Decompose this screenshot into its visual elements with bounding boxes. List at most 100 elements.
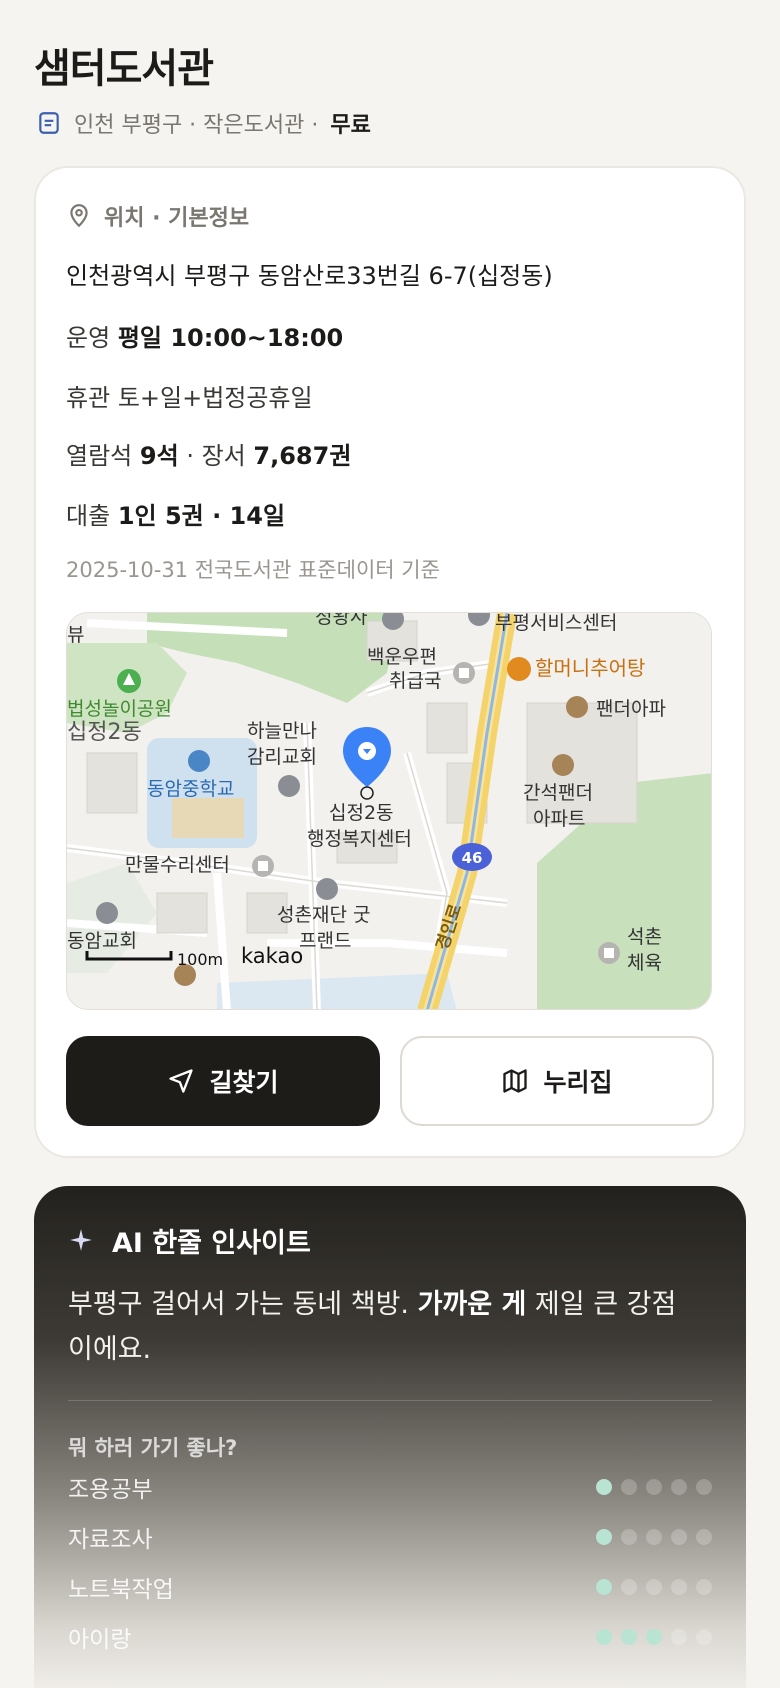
rating-dot <box>621 1479 637 1495</box>
map-label-jeongwangsa: 정왕사 <box>315 613 367 628</box>
map-label-service-center: 부평서비스센터 <box>495 613 617 634</box>
map-scale-label: 100m <box>177 950 223 969</box>
sparkle-icon <box>70 1229 92 1251</box>
activity-row: 노트북작업 <box>68 1570 712 1604</box>
books-label: 장서 <box>201 442 246 470</box>
info-section-title: 위치 · 기본정보 <box>104 206 250 231</box>
map-label-welfare2: 행정복지센터 <box>307 828 412 850</box>
map-icon <box>503 1069 528 1093</box>
map-label-ganseok1: 간석팬더 <box>523 782 593 804</box>
activity-label: 아이랑 <box>68 1627 132 1653</box>
loan-label: 대출 <box>66 502 111 530</box>
hours-label: 운영 <box>66 324 111 352</box>
map-label-park: 법성놀이공원 <box>67 698 172 720</box>
rating-dot <box>621 1629 637 1645</box>
seats-label: 열람석 <box>66 442 133 470</box>
ai-insight-card: AI 한줄 인사이트 부평구 걸어서 가는 동네 책방. 가까운 게 제일 큰 … <box>34 1186 746 1688</box>
directions-button[interactable]: 길찾기 <box>66 1036 380 1126</box>
seats-value: 9석 <box>139 442 179 470</box>
directions-label: 길찾기 <box>209 1068 279 1097</box>
closed-label: 휴관 <box>66 384 111 412</box>
rating-dot <box>646 1529 662 1545</box>
map-view[interactable]: 46 정왕사 부평서비스센터 백운우편 취급국 팬더아파 하늘만나 감리교회 십… <box>66 612 712 1010</box>
insight-text-bold: 가까운 게 <box>417 1289 527 1320</box>
insight-text-pre: 부평구 걸어서 가는 동네 책방. <box>68 1289 418 1320</box>
rating-dot <box>646 1629 662 1645</box>
map-label-repair: 만물수리센터 <box>125 854 230 876</box>
document-icon <box>39 112 59 134</box>
insight-divider <box>68 1400 712 1401</box>
activity-question: 뭐 하러 가기 좋나? <box>68 1436 238 1460</box>
map-label-foundation1: 성촌재단 굿 <box>277 904 370 926</box>
seats-books-row: 열람석 9석 · 장서 7,687권 <box>66 436 351 471</box>
rating-dot <box>596 1579 612 1595</box>
kakao-logo: kakao <box>241 944 303 968</box>
rating-dot <box>671 1579 687 1595</box>
loan-row: 대출 1인 5권 · 14일 <box>66 496 285 531</box>
insight-header: AI 한줄 인사이트 <box>68 1220 311 1260</box>
map-label-post2: 취급국 <box>389 670 441 692</box>
rating-dot <box>621 1529 637 1545</box>
closed-value: 토+일+법정공휴일 <box>117 384 313 412</box>
map-label-welfare1: 십정2동 <box>329 802 394 824</box>
map-label-pander: 팬더아파 <box>596 698 666 720</box>
page-title: 샘터도서관 <box>34 46 214 92</box>
hours-row: 운영 평일 10:00~18:00 <box>66 318 343 353</box>
rating-dot <box>671 1529 687 1545</box>
insight-text: 부평구 걸어서 가는 동네 책방. 가까운 게 제일 큰 강점이에요. <box>68 1282 688 1372</box>
rating-dot <box>696 1529 712 1545</box>
activity-rating <box>596 1629 712 1645</box>
activity-rating <box>596 1479 712 1495</box>
map-label-ganseok2: 아파트 <box>533 808 585 830</box>
map-label-church2: 동암교회 <box>67 930 137 952</box>
rating-dot <box>621 1579 637 1595</box>
rating-dot <box>596 1629 612 1645</box>
loan-value: 1인 5권 · 14일 <box>117 502 286 530</box>
rating-dot <box>596 1479 612 1495</box>
map-label-foundation2: 프랜드 <box>299 930 351 952</box>
map-label-view: 뷰 <box>67 624 84 646</box>
navigation-arrow-icon <box>169 1069 194 1093</box>
map-label-church1b: 감리교회 <box>247 746 317 768</box>
library-subtitle: 인천 부평구 · 작은도서관 · 무료 <box>36 104 371 142</box>
map-label-restaurant: 할머니추어탕 <box>535 656 645 680</box>
location-pin-icon <box>70 204 88 228</box>
map-label-seokchon2: 체육 <box>627 952 662 974</box>
route-number: 46 <box>462 849 483 867</box>
info-section-header: 위치 · 기본정보 <box>66 198 249 234</box>
data-source-note: 2025-10-31 전국도서관 표준데이터 기준 <box>66 558 440 582</box>
info-card: 위치 · 기본정보 인천광역시 부평구 동암산로33번길 6-7(십정동) 운영… <box>34 166 746 1158</box>
activity-row: 조용공부 <box>68 1470 712 1504</box>
insight-title: AI 한줄 인사이트 <box>112 1227 311 1259</box>
map-label-school: 동암중학교 <box>147 778 234 800</box>
website-label: 누리집 <box>543 1068 613 1097</box>
separator: · <box>186 442 194 470</box>
map-label-post: 백운우편 <box>367 646 437 668</box>
fee-badge: 무료 <box>330 113 371 138</box>
rating-dot <box>671 1479 687 1495</box>
website-button[interactable]: 누리집 <box>400 1036 714 1126</box>
rating-dot <box>646 1579 662 1595</box>
activity-rating <box>596 1579 712 1595</box>
hours-value: 평일 10:00~18:00 <box>117 324 344 352</box>
address: 인천광역시 부평구 동암산로33번길 6-7(십정동) <box>66 262 553 290</box>
activity-label: 노트북작업 <box>68 1577 174 1603</box>
activity-label: 조용공부 <box>68 1477 153 1503</box>
library-region-type: 인천 부평구 · 작은도서관 · <box>74 113 319 138</box>
closed-row: 휴관 토+일+법정공휴일 <box>66 378 313 413</box>
map-label-seokchon1: 석촌 <box>627 926 662 948</box>
activity-row: 자료조사 <box>68 1520 712 1554</box>
rating-dot <box>696 1479 712 1495</box>
rating-dot <box>596 1529 612 1545</box>
rating-dot <box>696 1579 712 1595</box>
rating-dot <box>646 1479 662 1495</box>
rating-dot <box>696 1629 712 1645</box>
activity-rating <box>596 1529 712 1545</box>
books-value: 7,687권 <box>253 442 352 470</box>
map-label-church1: 하늘만나 <box>247 720 317 742</box>
rating-dot <box>671 1629 687 1645</box>
map-label-sipjeong: 십정2동 <box>67 720 142 745</box>
activity-label: 자료조사 <box>68 1527 153 1553</box>
activity-row: 아이랑 <box>68 1620 712 1654</box>
map-canvas[interactable]: 46 정왕사 부평서비스센터 백운우편 취급국 팬더아파 하늘만나 감리교회 십… <box>67 613 712 1010</box>
